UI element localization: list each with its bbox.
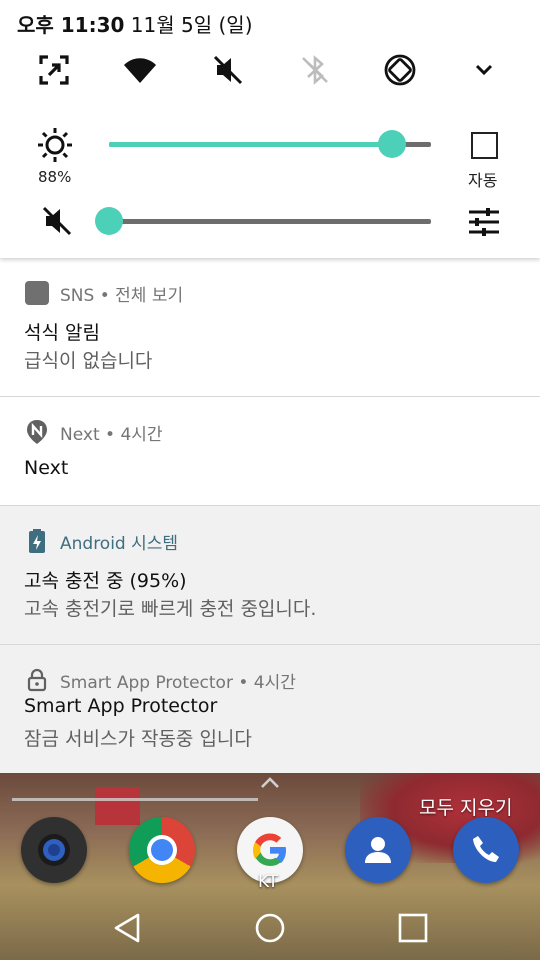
brightness-percent: 88% — [38, 168, 72, 186]
battery-charging-icon — [24, 528, 50, 554]
chevron-up-icon[interactable] — [258, 775, 282, 791]
auto-brightness-checkbox[interactable] — [471, 132, 498, 159]
volume-mute-icon[interactable] — [40, 204, 74, 238]
expand-chevron-icon[interactable] — [464, 50, 504, 90]
wallpaper-detail — [95, 787, 140, 825]
volume-slider-thumb[interactable] — [95, 207, 123, 235]
notification-app-label: SNS • 전체 보기 — [60, 285, 184, 306]
notification-body: 급식이 없습니다 — [24, 350, 153, 372]
sns-app-icon — [24, 280, 50, 306]
phone-app-icon[interactable] — [453, 817, 519, 883]
scroll-indicator — [12, 798, 258, 801]
notification-smart-app-protector[interactable]: Smart App Protector • 4시간 Smart App Prot… — [0, 645, 540, 773]
sound-off-icon[interactable] — [208, 50, 248, 90]
notification-app-label: Smart App Protector • 4시간 — [60, 672, 296, 693]
clear-all-button[interactable]: 모두 지우기 — [419, 793, 512, 820]
notification-app-label: Android 시스템 — [60, 533, 179, 554]
home-icon[interactable] — [253, 911, 287, 945]
notification-sns[interactable]: SNS • 전체 보기 석식 알림 급식이 없습니다 — [0, 258, 540, 397]
home-screen: 모두 지우기 KT — [0, 773, 540, 960]
status-bar: 오후 11:30 11월 5일 (일) — [17, 9, 253, 37]
back-icon[interactable] — [110, 911, 144, 945]
sound-settings-icon[interactable] — [466, 206, 502, 238]
notification-header: Smart App Protector • 4시간 — [24, 667, 296, 693]
notification-next[interactable]: Next • 4시간 Next — [0, 397, 540, 506]
notification-header: Android 시스템 — [24, 528, 178, 554]
volume-slider[interactable] — [109, 219, 431, 224]
notification-body: 잠금 서비스가 작동중 입니다 — [24, 728, 252, 750]
next-pin-icon — [24, 419, 50, 445]
status-time: 오후 11:30 — [17, 13, 125, 37]
recents-icon[interactable] — [396, 911, 430, 945]
bluetooth-off-icon[interactable] — [295, 50, 335, 90]
wifi-icon[interactable] — [120, 50, 160, 90]
notification-title: 석식 알림 — [24, 322, 100, 344]
brightness-slider-thumb[interactable] — [378, 130, 407, 158]
screen-capture-icon[interactable] — [34, 50, 74, 90]
brightness-slider-fill — [109, 142, 393, 147]
status-date: 11월 5일 (일) — [130, 13, 253, 37]
notification-title: Smart App Protector — [24, 695, 218, 717]
chrome-app-icon[interactable] — [129, 817, 195, 883]
camera-app-icon[interactable] — [21, 817, 87, 883]
lock-icon — [24, 667, 50, 693]
brightness-icon — [38, 128, 72, 162]
notification-body: 고속 충전기로 빠르게 충전 중입니다. — [24, 598, 317, 620]
notification-android-system[interactable]: Android 시스템 고속 충전 중 (95%) 고속 충전기로 빠르게 충전… — [0, 506, 540, 645]
auto-brightness-label: 자동 — [468, 171, 498, 190]
notification-title: 고속 충전 중 (95%) — [24, 570, 187, 592]
notification-app-label: Next • 4시간 — [60, 424, 163, 445]
auto-rotate-icon[interactable] — [380, 50, 420, 90]
notification-header: Next • 4시간 — [24, 419, 163, 445]
notification-header: SNS • 전체 보기 — [24, 280, 183, 306]
quick-settings-panel: 오후 11:30 11월 5일 (일) 88% 자동 — [0, 0, 540, 258]
kt-label: KT — [258, 872, 279, 892]
contacts-app-icon[interactable] — [345, 817, 411, 883]
notification-title: Next — [24, 457, 69, 479]
